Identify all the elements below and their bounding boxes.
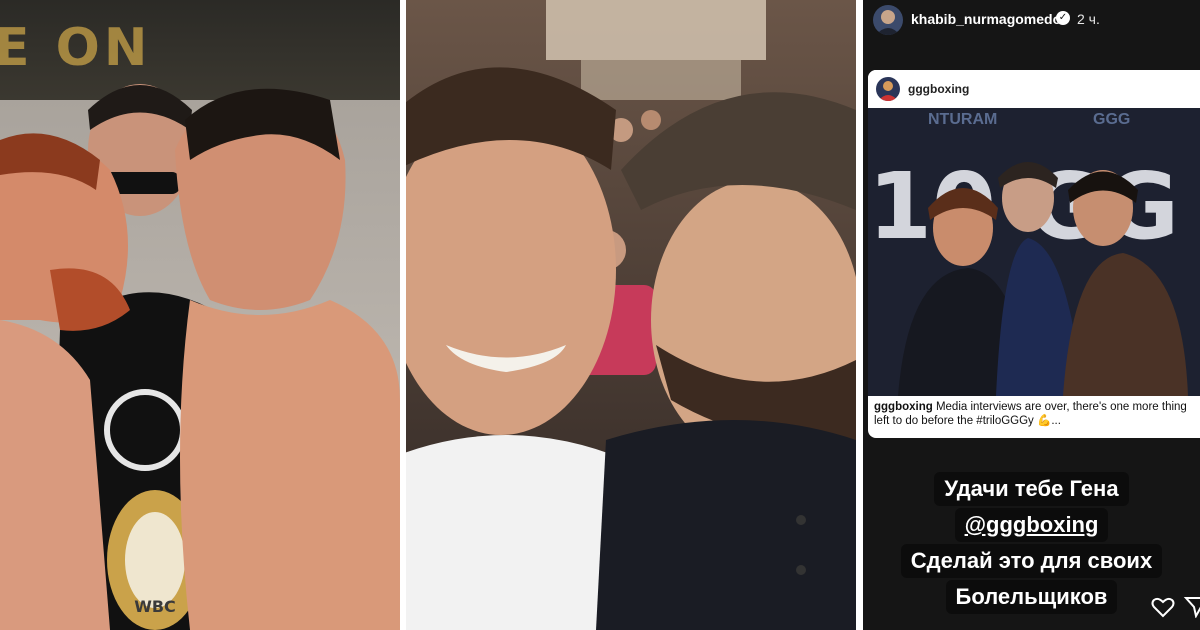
story-text-line-3-wrap: Сделай это для своих	[863, 544, 1200, 578]
story-mention-link[interactable]: @gggboxing	[954, 508, 1109, 542]
avatar[interactable]	[873, 5, 903, 35]
selfie-illustration	[406, 0, 856, 630]
instagram-story: khabib_nurmagomedov ✓ 2 ч. gggboxing NTU…	[863, 0, 1200, 630]
story-username[interactable]: khabib_nurmagomedov	[911, 11, 1069, 27]
story-text-line: Болельщиков	[945, 580, 1118, 614]
weigh-in-photo: E ON WBC	[0, 0, 400, 630]
caption-username: gggboxing	[874, 401, 933, 413]
story-text-line: Сделай это для своих	[900, 544, 1163, 578]
avatar-image	[876, 10, 900, 35]
shared-post-image: NTURAM GGG 10 GG II	[868, 108, 1200, 396]
send-icon[interactable]	[1183, 596, 1200, 618]
story-timestamp: 2 ч.	[1077, 11, 1100, 27]
image-sign-right: GGG	[1093, 111, 1130, 128]
story-text-line: Удачи тебе Гена	[934, 472, 1129, 506]
shared-post-avatar	[876, 77, 900, 101]
shared-post-username: gggboxing	[908, 82, 970, 96]
shared-post-caption: gggboxing Media interviews are over, the…	[874, 400, 1194, 428]
fighters-faceoff-illustration: WBC	[0, 84, 400, 630]
shared-post-card[interactable]: gggboxing NTURAM GGG 10 GG II gggboxing …	[868, 70, 1200, 438]
belt-text: WBC	[134, 597, 176, 616]
selfie-photo	[406, 0, 856, 630]
image-sign-left: NTURAM	[928, 111, 997, 128]
shared-post-header: gggboxing	[868, 70, 1200, 108]
verified-badge-icon: ✓	[1056, 11, 1070, 25]
heart-icon[interactable]	[1150, 596, 1176, 618]
press-conference-illustration: NTURAM GGG 10 GG II	[868, 108, 1200, 396]
story-mention-wrap: @gggboxing	[863, 508, 1200, 542]
story-text-line-1-wrap: Удачи тебе Гена	[863, 472, 1200, 506]
story-header: khabib_nurmagomedov ✓ 2 ч.	[863, 0, 1200, 40]
